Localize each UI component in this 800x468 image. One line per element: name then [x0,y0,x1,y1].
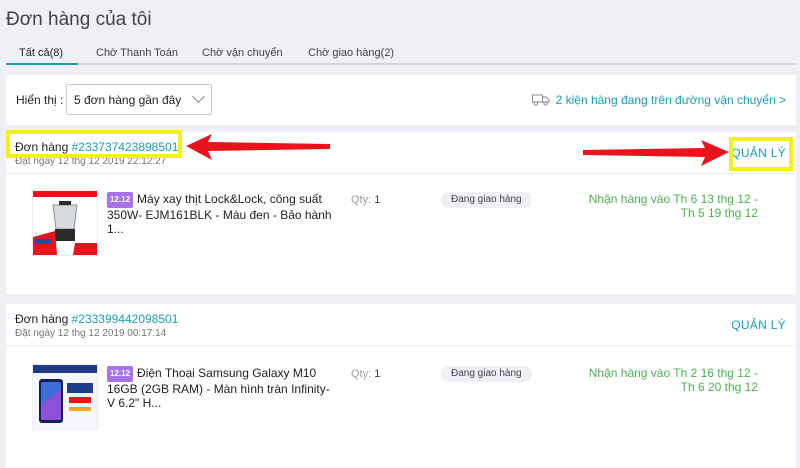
arrow-left-icon [186,134,330,160]
order-item: 12.12 Máy xay thịt Lock&Lock, công suất 3… [6,174,796,294]
qty-value: 1 [374,194,381,206]
order-label: Đơn hàng #233399442098501 [15,312,178,326]
delivery-estimate: Nhận hàng vào Th 2 16 thg 12 - Th 6 20 t… [588,366,758,394]
qty-label: Qty: [351,368,372,380]
quantity: Qty: 1 [351,368,380,380]
order-id-link[interactable]: #233399442098501 [72,312,179,326]
arrow-right-icon [583,140,729,166]
qty-label: Qty: [351,194,372,206]
product-title-text: Điện Thoại Samsung Galaxy M10 16GB (2GB … [107,366,330,410]
filter-bar: Hiển thị : 5 đơn hàng gần đây 2 kiện hàn… [6,75,796,125]
order-date: Đặt ngày 12 thg 12 2019 00:17:14 [15,328,167,339]
product-title-text: Máy xay thịt Lock&Lock, công suất 350W- … [107,192,332,236]
shipping-status-text: 2 kiện hàng đang trên đường vận chuyển > [555,93,786,107]
truck-icon [531,94,550,106]
page-title: Đơn hàng của tôi [6,9,152,30]
highlight-order-id [6,130,182,158]
order-count-select[interactable]: 5 đơn hàng gần đây [66,84,212,115]
manage-button[interactable]: QUẢN LÝ [731,318,786,332]
active-tab-indicator [6,63,78,65]
order-card: Đơn hàng #233399442098501 Đặt ngày 12 th… [6,304,796,468]
shipping-status-link[interactable]: 2 kiện hàng đang trên đường vận chuyển > [531,93,786,107]
phone-icon [33,365,97,429]
highlight-manage-button [729,137,793,171]
order-header: Đơn hàng #233399442098501 Đặt ngày 12 th… [6,304,796,346]
chevron-down-icon [192,90,205,103]
delivery-estimate: Nhận hàng vào Th 6 13 thg 12 - Th 5 19 t… [588,192,758,220]
qty-value: 1 [374,368,381,380]
product-title[interactable]: 12.12 Máy xay thịt Lock&Lock, công suất 3… [107,192,335,236]
product-title[interactable]: 12.12 Điện Thoại Samsung Galaxy M10 16GB … [107,366,335,410]
promo-badge: 12.12 [107,366,134,382]
tab-awaiting-payment[interactable]: Chờ Thanh Toán [96,47,178,59]
order-count-select-value: 5 đơn hàng gần đây [74,93,182,107]
status-badge: Đang giao hàng [441,366,532,382]
tab-awaiting-shipment[interactable]: Chờ vận chuyển [202,47,283,59]
blender-icon [33,191,97,255]
order-label-text: Đơn hàng [15,312,69,326]
product-image-blender[interactable] [32,190,98,256]
product-image-phone[interactable] [32,364,98,430]
promo-badge: 12.12 [107,192,134,208]
quantity: Qty: 1 [351,194,380,206]
tab-awaiting-delivery[interactable]: Chờ giao hàng(2) [308,47,394,59]
tab-all[interactable]: Tất cả(8) [19,47,63,59]
status-badge: Đang giao hàng [441,192,532,208]
filter-label: Hiển thị : [16,93,64,107]
order-item: 12.12 Điện Thoại Samsung Galaxy M10 16GB … [6,346,796,466]
order-tabs: Tất cả(8) Chờ Thanh Toán Chờ vận chuyển … [6,43,796,65]
